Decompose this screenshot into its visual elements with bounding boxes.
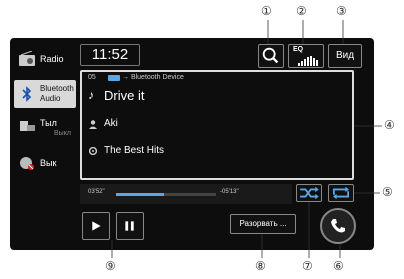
callout-lines	[111, 20, 382, 258]
callout-1: ①	[261, 4, 272, 18]
callout-6: ⑥	[333, 259, 344, 273]
callout-3: ③	[336, 4, 347, 18]
callout-9: ⑨	[105, 259, 116, 273]
callout-5: ⑤	[382, 185, 393, 199]
callout-8: ⑧	[255, 259, 266, 273]
callout-2: ②	[296, 4, 307, 18]
callout-7: ⑦	[302, 259, 313, 273]
callout-4: ④	[384, 118, 395, 132]
